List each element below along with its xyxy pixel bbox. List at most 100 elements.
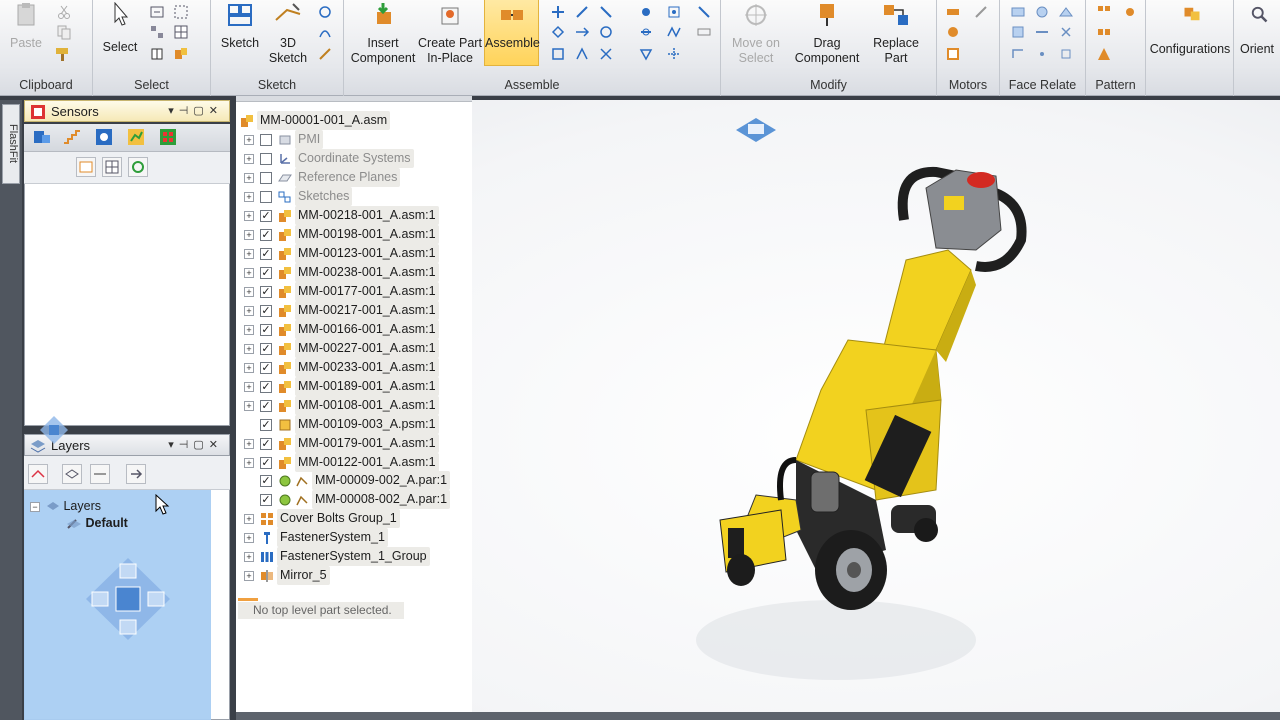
expand-icon[interactable]: + <box>244 229 254 240</box>
tree-item-coordinate-systems[interactable]: + Coordinate Systems <box>244 149 414 168</box>
select-part-icon[interactable] <box>149 46 165 62</box>
assemble-tool-c2-icon[interactable] <box>574 46 590 62</box>
visibility-checkbox[interactable] <box>260 152 272 165</box>
tree-item-sheetmetal[interactable]: ✓ MM-00109-003_A.psm:1 <box>244 415 439 434</box>
visibility-checkbox[interactable]: ✓ <box>260 474 272 487</box>
tree-item-reference-planes[interactable]: + Reference Planes <box>244 168 401 187</box>
sketch-tool-3-icon[interactable] <box>317 46 333 62</box>
face-relate-5-icon[interactable] <box>1034 24 1050 40</box>
visibility-checkbox[interactable]: ✓ <box>260 323 272 336</box>
sensors-window-controls[interactable]: ▾⊣▢✕ <box>168 104 223 117</box>
assemble-tool-a2-icon[interactable] <box>574 4 590 20</box>
expand-icon[interactable]: + <box>244 191 254 202</box>
expand-icon[interactable]: + <box>244 267 254 278</box>
sensors-title-bar[interactable]: Sensors ▾⊣▢✕ <box>24 100 230 122</box>
expand-icon[interactable]: + <box>244 248 254 259</box>
sensor-grid-icon[interactable] <box>158 127 178 147</box>
expand-icon[interactable]: + <box>244 362 254 373</box>
paste-button[interactable]: Paste <box>6 0 46 51</box>
pattern-2-icon[interactable] <box>1096 24 1112 40</box>
assemble-tool-e2-icon[interactable] <box>666 24 682 40</box>
visibility-checkbox[interactable]: ✓ <box>260 247 272 260</box>
orient-button[interactable]: Orient <box>1234 42 1280 57</box>
visibility-checkbox[interactable] <box>260 171 272 184</box>
tree-item-component[interactable]: + ✓ MM-00218-001_A.asm:1 <box>244 206 439 225</box>
expand-icon[interactable]: + <box>244 400 254 411</box>
face-relate-1-icon[interactable] <box>1010 4 1026 20</box>
expand-icon[interactable]: + <box>244 305 254 316</box>
visibility-checkbox[interactable]: ✓ <box>260 285 272 298</box>
assemble-button[interactable]: Assemble <box>484 0 540 66</box>
visibility-checkbox[interactable]: ✓ <box>260 380 272 393</box>
tree-item-part[interactable]: ✓ MM-00008-002_A.par:1 <box>244 490 451 509</box>
sensor-refresh-button[interactable] <box>128 157 148 177</box>
sensor-table-button[interactable] <box>102 157 122 177</box>
visibility-checkbox[interactable] <box>260 190 272 203</box>
layers-window-controls[interactable]: ▾⊣▢✕ <box>168 438 223 451</box>
visibility-checkbox[interactable]: ✓ <box>260 228 272 241</box>
assemble-tool-e3-icon[interactable] <box>666 46 682 62</box>
sensor-stairs-icon[interactable] <box>62 127 82 147</box>
visibility-checkbox[interactable]: ✓ <box>260 361 272 374</box>
face-relate-3-icon[interactable] <box>1058 4 1074 20</box>
select-button[interactable]: Select <box>99 0 141 55</box>
assemble-tool-a3-icon[interactable] <box>598 4 614 20</box>
expand-icon[interactable]: + <box>244 532 254 543</box>
sensor-new-icon[interactable] <box>32 127 52 147</box>
tree-group-fastener-system[interactable]: + FastenerSystem_1 <box>244 528 388 547</box>
visibility-checkbox[interactable]: ✓ <box>260 399 272 412</box>
sensor-chart-icon[interactable] <box>126 127 146 147</box>
cut-icon[interactable] <box>56 4 72 20</box>
face-relate-6-icon[interactable] <box>1058 24 1074 40</box>
tree-item-component[interactable]: + ✓ MM-00238-001_A.asm:1 <box>244 263 439 282</box>
copy-icon[interactable] <box>56 24 72 40</box>
pathfinder-splitter[interactable] <box>236 96 472 102</box>
select-assembly-icon[interactable] <box>173 46 189 62</box>
tree-item-component[interactable]: + ✓ MM-00227-001_A.asm:1 <box>244 339 439 358</box>
face-relate-4-icon[interactable] <box>1010 24 1026 40</box>
create-part-in-place-button[interactable]: Create Part In-Place <box>416 0 484 66</box>
visibility-checkbox[interactable]: ✓ <box>260 342 272 355</box>
expand-icon[interactable]: + <box>244 210 254 221</box>
sensor-target-icon[interactable] <box>94 127 114 147</box>
select-filter-icon[interactable] <box>149 4 165 20</box>
visibility-checkbox[interactable]: ✓ <box>260 493 272 506</box>
sketch-tool-1-icon[interactable] <box>317 4 333 20</box>
tree-group-cover-bolts[interactable]: + Cover Bolts Group_1 <box>244 509 400 528</box>
replace-part-button[interactable]: Replace Part <box>861 0 931 66</box>
assemble-tool-e1-icon[interactable] <box>666 4 682 20</box>
tree-item-part[interactable]: ✓ MM-00009-002_A.par:1 <box>244 471 451 490</box>
layer-new-button[interactable] <box>28 464 48 484</box>
select-grid-icon[interactable] <box>173 24 189 40</box>
motor-4-icon[interactable] <box>973 4 989 20</box>
expand-icon[interactable]: + <box>244 438 254 449</box>
configurations-icon[interactable] <box>1182 4 1202 24</box>
tree-item-component[interactable]: + ✓ MM-00123-001_A.asm:1 <box>244 244 439 263</box>
layers-default-item[interactable]: Default <box>66 516 128 530</box>
tree-item-component[interactable]: + ✓ MM-00233-001_A.asm:1 <box>244 358 439 377</box>
assemble-tool-b3-icon[interactable] <box>598 24 614 40</box>
visibility-checkbox[interactable]: ✓ <box>260 266 272 279</box>
visibility-checkbox[interactable]: ✓ <box>260 304 272 317</box>
3d-sketch-button[interactable]: 3D Sketch <box>267 0 309 66</box>
tree-group-mirror[interactable]: + Mirror_5 <box>244 566 330 585</box>
tree-item-component[interactable]: + ✓ MM-00166-001_A.asm:1 <box>244 320 439 339</box>
tree-item-component[interactable]: + ✓ MM-00189-001_A.asm:1 <box>244 377 439 396</box>
layer-show-button[interactable] <box>62 464 82 484</box>
visibility-checkbox[interactable]: ✓ <box>260 456 272 469</box>
face-relate-2-icon[interactable] <box>1034 4 1050 20</box>
expand-icon[interactable]: + <box>244 343 254 354</box>
assemble-tool-b2-icon[interactable] <box>574 24 590 40</box>
motor-1-icon[interactable] <box>945 4 961 20</box>
pattern-4-icon[interactable] <box>1122 4 1138 20</box>
assemble-tool-b1-icon[interactable] <box>550 24 566 40</box>
expand-icon[interactable]: + <box>244 134 254 145</box>
tree-item-component[interactable]: + ✓ MM-00179-001_A.asm:1 <box>244 434 439 453</box>
pattern-3-icon[interactable] <box>1096 46 1112 62</box>
face-relate-9-icon[interactable] <box>1058 46 1074 62</box>
assemble-tool-d1-icon[interactable] <box>638 4 654 20</box>
expand-icon[interactable]: + <box>244 153 254 164</box>
assemble-tool-a1-icon[interactable] <box>550 4 566 20</box>
assemble-tool-d2-icon[interactable] <box>638 24 654 40</box>
visibility-checkbox[interactable]: ✓ <box>260 437 272 450</box>
